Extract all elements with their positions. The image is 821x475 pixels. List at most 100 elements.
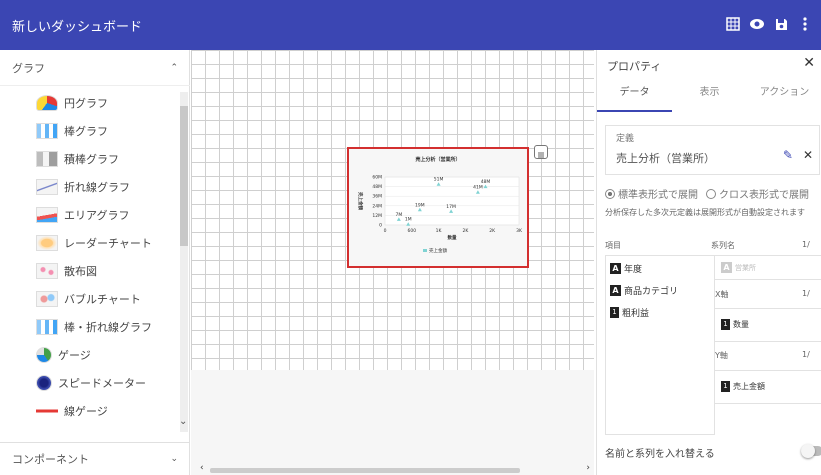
eye-icon[interactable]: [747, 14, 767, 34]
toggle-knob[interactable]: [801, 444, 815, 458]
field-item[interactable]: A 年度: [610, 262, 642, 275]
scroll-down-icon[interactable]: ⌄: [179, 416, 187, 427]
definition-field[interactable]: 定義 売上分析（営業所） ✎ ✕: [605, 125, 820, 175]
scrollbar-thumb[interactable]: [180, 106, 188, 246]
linear-gauge-icon: [36, 403, 58, 419]
sidebar-item-label: 散布図: [64, 265, 97, 278]
series-name-label: 系列名: [711, 241, 735, 250]
tab-action[interactable]: アクション: [747, 80, 821, 112]
sidebar-item-label: 棒グラフ: [64, 125, 108, 138]
swap-name-series-toggle[interactable]: [801, 444, 821, 458]
sidebar-item-label: スピードメーター: [58, 377, 146, 390]
data-label: 19M: [415, 202, 425, 208]
sidebar-item-bubble-chart[interactable]: バブルチャート: [36, 288, 141, 310]
more-vert-icon[interactable]: [795, 14, 815, 34]
dimension-tag-icon: A: [610, 263, 621, 274]
measure-tag-icon: 1: [721, 319, 730, 330]
field-label: 数量: [733, 320, 749, 329]
sidebar-item-stacked-bar-chart[interactable]: 積棒グラフ: [36, 148, 119, 170]
y-axis-title: 売上金額: [357, 192, 364, 210]
x-axis-dropzone[interactable]: 1 数量: [715, 308, 821, 342]
grid-icon[interactable]: [723, 14, 743, 34]
canvas-horizontal-scrollbar[interactable]: ‹ ›: [200, 463, 590, 474]
widget-menu-icon[interactable]: [534, 145, 548, 159]
scatter-chart: 売上分析（営業所）60M48M36M24M12M00 600 1K 2K 2K 3K数量売…: [357, 156, 523, 254]
swap-name-series-label: 名前と系列を入れ替える: [605, 449, 715, 460]
series-name-field[interactable]: A 営業所: [721, 262, 756, 273]
y-axis-count: 1/: [802, 350, 810, 359]
component-sidebar: グラフ ⌃ 円グラフ 棒グラフ 積棒グラフ 折れ線グラフ エリアグラフ レーダー…: [0, 50, 190, 475]
y-axis-dropzone[interactable]: 1 売上金額: [715, 370, 821, 404]
scatter-chart-widget[interactable]: 売上分析（営業所） 60M 48M 36M 24M 12M 0 0 600 1K 2K 2K 3K 数量売…: [347, 147, 529, 268]
field-item[interactable]: A 商品カテゴリ: [610, 284, 678, 297]
sidebar-item-gauge[interactable]: ゲージ: [36, 344, 91, 366]
x-tick-label: 3K: [516, 228, 523, 234]
chevron-up-icon[interactable]: ⌃: [170, 63, 178, 73]
sidebar-item-pie-chart[interactable]: 円グラフ: [36, 92, 108, 114]
sidebar-item-speedometer[interactable]: スピードメーター: [36, 372, 146, 394]
y-tick-label: 36M: [372, 194, 382, 200]
sidebar-item-bar-line-chart[interactable]: 棒・折れ線グラフ: [36, 316, 152, 338]
properties-panel: プロパティ ✕ データ 表示 アクション 定義 売上分析（営業所） ✎ ✕ 標準…: [596, 50, 821, 475]
area-chart-icon: [36, 207, 58, 223]
sidebar-item-area-chart[interactable]: エリアグラフ: [36, 204, 129, 226]
save-icon[interactable]: [771, 14, 791, 34]
sidebar-item-label: エリアグラフ: [64, 209, 130, 222]
x-axis-field[interactable]: 1 数量: [721, 319, 749, 330]
sidebar-item-line-chart[interactable]: 折れ線グラフ: [36, 176, 130, 198]
radio-cross[interactable]: クロス表形式で展開: [706, 186, 809, 201]
x-axis-count: 1/: [802, 289, 810, 298]
sidebar-item-label: 折れ線グラフ: [64, 181, 130, 194]
measure-tag-icon: 1: [721, 381, 730, 392]
sidebar-item-linear-gauge[interactable]: 線ゲージ: [36, 400, 108, 422]
sidebar-item-bar-chart[interactable]: 棒グラフ: [36, 120, 108, 142]
chart-type-list: 円グラフ 棒グラフ 積棒グラフ 折れ線グラフ エリアグラフ レーダーチャート 散…: [0, 86, 180, 436]
x-tick-label: 2K: [462, 228, 469, 234]
field-item[interactable]: 1 粗利益: [610, 306, 649, 319]
component-section-header[interactable]: コンポーネント ⌄: [0, 442, 190, 475]
field-list: A 年度 A 商品カテゴリ 1 粗利益: [605, 255, 715, 435]
bar-chart-icon: [36, 123, 58, 139]
scrollbar-thumb[interactable]: [210, 468, 520, 473]
field-label: 商品カテゴリ: [624, 287, 679, 297]
field-label: 営業所: [735, 263, 756, 272]
y-axis-field[interactable]: 1 売上金額: [721, 381, 765, 392]
series-name-count: 1/: [802, 240, 810, 249]
tab-data[interactable]: データ: [597, 80, 672, 112]
graph-section-header[interactable]: グラフ ⌃: [0, 50, 190, 86]
pie-chart-icon: [36, 95, 58, 111]
definition-label: 定義: [616, 134, 635, 144]
series-name-dropzone[interactable]: A 営業所: [715, 255, 821, 280]
sidebar-item-label: バブルチャート: [64, 293, 141, 306]
line-chart-icon: [36, 179, 58, 195]
radio-standard-label: 標準表形式で展開: [618, 190, 698, 201]
sidebar-item-scatter-chart[interactable]: 散布図: [36, 260, 97, 282]
field-label: 売上金額: [733, 382, 765, 391]
pencil-icon[interactable]: ✎: [783, 148, 793, 162]
scatter-chart-icon: [36, 263, 58, 279]
stacked-bar-chart-icon: [36, 151, 58, 167]
app-header: 新しいダッシュボード: [0, 0, 821, 50]
y-tick-label: 60M: [372, 175, 382, 181]
properties-title: プロパティ: [607, 60, 662, 73]
close-icon[interactable]: ✕: [803, 55, 815, 71]
sidebar-item-label: レーダーチャート: [64, 237, 152, 250]
radio-standard[interactable]: 標準表形式で展開: [605, 186, 698, 201]
chevron-down-icon[interactable]: ⌄: [170, 454, 178, 464]
tab-display[interactable]: 表示: [672, 80, 747, 112]
data-label: 51M: [434, 177, 444, 183]
clear-icon[interactable]: ✕: [803, 148, 813, 162]
sidebar-item-radar-chart[interactable]: レーダーチャート: [36, 232, 152, 254]
radio-unchecked-icon[interactable]: [706, 189, 716, 199]
data-label: 48M: [481, 179, 491, 185]
canvas-background: [191, 370, 594, 475]
scroll-right-icon[interactable]: ›: [586, 463, 590, 473]
sidebar-scrollbar[interactable]: [180, 92, 188, 432]
dashboard-title[interactable]: 新しいダッシュボード: [12, 16, 142, 35]
component-section-title: コンポーネント: [12, 453, 89, 466]
items-label: 項目: [605, 241, 621, 250]
y-tick-label: 48M: [372, 184, 382, 190]
radio-checked-icon[interactable]: [605, 189, 615, 199]
scroll-left-icon[interactable]: ‹: [200, 463, 204, 473]
speedometer-icon: [36, 375, 52, 391]
